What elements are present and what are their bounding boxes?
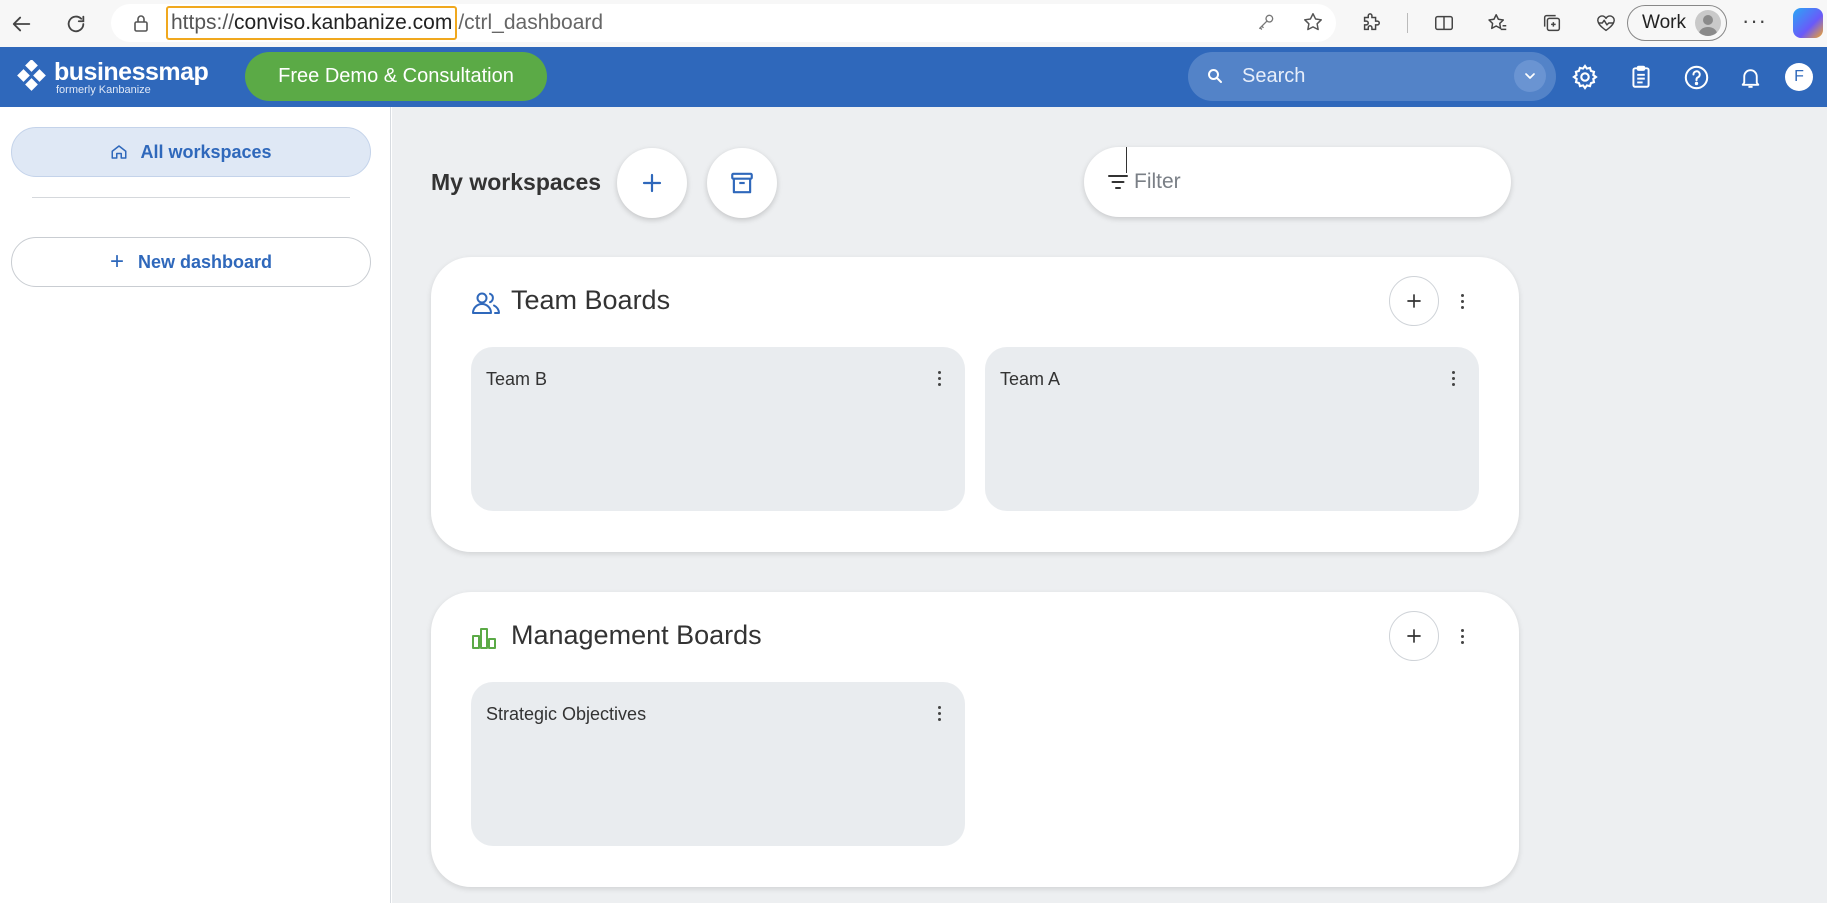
star-icon[interactable] [1302,11,1324,33]
profile-avatar-icon [1695,10,1721,36]
kebab-menu-icon [937,370,941,386]
browser-essentials-button[interactable] [1588,5,1624,41]
reload-icon [67,15,85,32]
board-title: Team A [1000,369,1061,389]
all-workspaces-button[interactable]: All workspaces [11,127,371,177]
home-icon [111,145,127,159]
clipboard-button[interactable] [1623,59,1659,95]
sidebar: All workspaces + New dashboard [0,107,391,903]
copilot-icon[interactable] [1793,8,1823,38]
split-screen-icon [1435,15,1453,31]
url-scheme: https:// [171,11,235,34]
businessmap-logo[interactable]: businessmap formerly Kanbanize [16,58,209,96]
board-menu-button[interactable] [927,363,951,393]
board-title: Strategic Objectives [486,704,647,724]
kebab-menu-icon [937,705,941,721]
url-path: /ctrl_dashboard [458,11,604,34]
sidebar-divider [32,197,350,198]
workspace-card: Team Boards Team B Team A [431,257,1519,552]
board-card[interactable]: Team A [985,347,1479,511]
logo-name: businessmap [54,58,209,86]
filter-input[interactable] [1134,164,1474,200]
filter-icon [1108,175,1128,189]
board-menu-button[interactable] [927,698,951,728]
puzzle-icon [1363,13,1380,31]
new-dashboard-button[interactable]: + New dashboard [11,237,371,287]
workspace-menu-button[interactable] [1447,614,1477,658]
workspace-menu-button[interactable] [1447,279,1477,323]
address-bar[interactable]: https://conviso.kanbanize.com /ctrl_dash… [111,4,1336,42]
url-host: conviso.kanbanize.com [234,11,453,34]
chevron-down-icon [1525,73,1535,79]
add-workspace-button[interactable] [617,148,687,218]
collections-icon [1543,14,1561,32]
browser-menu-button[interactable]: ··· [1742,8,1767,34]
all-workspaces-label: All workspaces [140,141,272,162]
board-card[interactable]: Strategic Objectives [471,682,965,846]
free-demo-button[interactable]: Free Demo & Consultation [245,52,547,101]
user-avatar[interactable]: F [1785,63,1813,91]
profile-button[interactable]: Work [1627,5,1727,41]
add-board-button[interactable] [1389,276,1439,326]
clipboard-icon [1632,65,1650,88]
app-header: businessmap formerly Kanbanize Free Demo… [0,47,1827,107]
archive-icon [731,172,753,194]
bar-chart-icon [472,628,496,649]
split-screen-button[interactable] [1426,5,1462,41]
arrow-left-icon [12,16,31,31]
settings-button[interactable] [1567,59,1603,95]
logo-subtitle: formerly Kanbanize [56,84,151,96]
workspace-title: Team Boards [511,285,671,315]
plus-icon [642,173,662,193]
text-cursor [1126,147,1127,173]
board-card[interactable]: Team B [471,347,965,511]
page-title: My workspaces [431,169,602,195]
kebab-menu-icon [1451,370,1455,386]
workspace-card: Management Boards Strategic Objectives [431,592,1519,887]
board-title: Team B [486,369,548,389]
collections-button[interactable] [1534,5,1570,41]
gear-icon [1572,64,1598,90]
favorites-button[interactable] [1480,5,1516,41]
search-bar[interactable]: Search [1188,52,1556,101]
plus-icon [1407,629,1421,643]
extensions-button[interactable] [1353,5,1389,41]
board-menu-button[interactable] [1441,363,1465,393]
bell-icon [1741,68,1759,88]
plus-icon: + [109,248,124,275]
people-icon [472,292,500,314]
kebab-menu-icon [1460,293,1464,309]
add-board-button[interactable] [1389,611,1439,661]
search-icon [1200,61,1230,91]
browser-toolbar: https://conviso.kanbanize.com /ctrl_dash… [0,0,1827,47]
plus-icon [1407,294,1421,308]
main-content: My workspaces Team Boards Team B Team A [392,107,1827,903]
help-button[interactable] [1678,59,1714,95]
profile-label: Work [1642,12,1686,33]
search-placeholder: Search [1242,65,1306,87]
help-icon [1684,65,1708,89]
key-icon[interactable] [1256,12,1276,32]
back-button[interactable] [2,4,42,44]
search-options-button[interactable] [1514,60,1546,92]
reload-button[interactable] [56,4,96,44]
url-text[interactable]: https://conviso.kanbanize.com /ctrl_dash… [166,6,603,40]
logo-mark-icon [16,59,48,92]
heart-pulse-icon [1597,15,1615,32]
toolbar-separator [1407,13,1408,33]
favorites-icon [1488,14,1507,31]
kebab-menu-icon [1460,628,1464,644]
lock-icon [134,15,148,32]
notifications-button[interactable] [1732,59,1768,95]
new-dashboard-label: New dashboard [137,251,273,272]
url-host-highlight: https://conviso.kanbanize.com [166,6,458,40]
archive-button[interactable] [707,148,777,218]
filter-field[interactable] [1084,147,1511,217]
workspace-title: Management Boards [511,620,762,650]
